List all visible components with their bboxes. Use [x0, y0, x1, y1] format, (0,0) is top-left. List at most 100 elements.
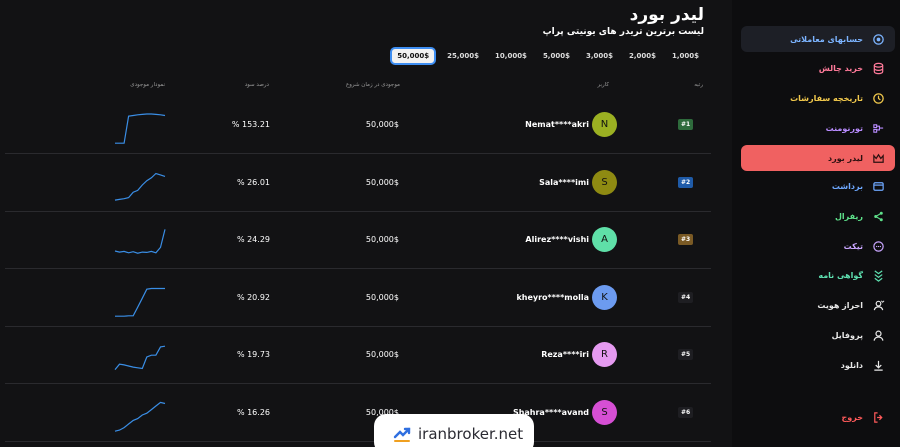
profit-percent: 153.21 %: [231, 120, 270, 129]
sidebar-item[interactable]: دانلود: [741, 352, 895, 378]
sidebar-item-label: برداشت: [831, 181, 863, 191]
amount-option[interactable]: 5,000$: [538, 47, 575, 65]
rank-badge: #4: [678, 291, 694, 303]
equity-sparkline: [114, 172, 166, 201]
sidebar-item-label: ریفرال: [834, 211, 863, 221]
username: Alirez****vishi: [525, 235, 589, 244]
sidebar-item[interactable]: خروج: [741, 404, 895, 430]
sidebar-item[interactable]: حسابهای معاملاتی: [741, 26, 895, 52]
equity-line: [115, 287, 165, 317]
amount-option[interactable]: 25,000$: [442, 47, 484, 65]
rank-badge: #5: [678, 349, 694, 360]
sidebar-item-label: خروج: [841, 412, 863, 422]
col-profit: درصد سود: [244, 82, 269, 88]
profit-percent: 24.29 %: [236, 235, 270, 244]
history-icon: [871, 91, 885, 105]
avatar: R: [592, 342, 617, 367]
sidebar-item[interactable]: پروفایل: [741, 322, 895, 348]
rank-badge: #6: [678, 406, 694, 418]
sidebar-item[interactable]: گواهی نامه: [741, 262, 895, 288]
sidebar-item-label: دانلود: [840, 360, 863, 370]
start-balance: 50,000$: [365, 177, 399, 187]
sidebar-item[interactable]: تورنومنت: [741, 115, 895, 141]
logout-icon: [871, 410, 885, 424]
profit-percent: 16.26 %: [236, 407, 270, 417]
broker-logo-icon: [393, 427, 411, 442]
avatar: K: [592, 284, 617, 310]
sidebar-item-label: لیدر بورد: [827, 153, 863, 163]
sidebar: حسابهای معاملاتی خرید چالش تاریخچه سفارشات…: [732, 0, 900, 447]
col-rank: رتبه: [694, 82, 703, 88]
avatar: S: [592, 169, 617, 195]
page-subtitle: لیست برترین تریدر های یونیتی پراپ: [542, 27, 704, 37]
amount-filter: 1,000$ 2,000$ 3,000$ 5,000$ 10,000$ 25,000$ 50…: [390, 47, 704, 65]
tournament-icon: [871, 121, 885, 135]
avatar: A: [592, 227, 617, 252]
table-row[interactable]: #3 A Alirez****vishi 50,000$ 24.29 %: [5, 212, 711, 269]
equity-sparkline: [114, 401, 166, 432]
sidebar-item-label: حسابهای معاملاتی: [790, 34, 863, 44]
sidebar-item-label: احراز هویت: [817, 300, 863, 310]
watermark-text: iranbroker.net: [418, 425, 524, 443]
rank-badge: #2: [678, 176, 694, 188]
sidebar-item-label: تاریخچه سفارشات: [790, 93, 863, 103]
table-row[interactable]: #1 N Nemat****akri 50,000$ 153.21 %: [5, 97, 711, 154]
equity-sparkline: [114, 345, 166, 370]
start-balance: 50,000$: [365, 350, 399, 359]
profit-percent: 26.01 %: [236, 177, 270, 187]
table-row[interactable]: #5 R Reza****iri 50,000$ 19.73 %: [5, 327, 711, 384]
sidebar-item-label: تورنومنت: [825, 123, 863, 133]
watermark: iranbroker.net: [374, 414, 534, 447]
wallet-icon: [871, 179, 885, 193]
crown-icon: [871, 151, 885, 165]
table-row[interactable]: #4 Kkheyro****molla 50,000$ 20.92 %: [5, 270, 711, 327]
sidebar-item[interactable]: برداشت: [741, 173, 895, 199]
sidebar-item[interactable]: ریفرال: [741, 203, 895, 229]
download-icon: [871, 358, 885, 372]
start-balance: 50,000$: [365, 235, 399, 244]
start-balance: 50,000$: [365, 292, 399, 302]
chat-icon: [871, 239, 885, 253]
id-icon: [871, 298, 885, 312]
equity-sparkline: [115, 113, 166, 144]
equity-line: [115, 113, 166, 144]
username: Reza****iri: [541, 350, 589, 359]
avatar: S: [592, 399, 617, 425]
amount-option[interactable]: 10,000$: [490, 47, 532, 65]
equity-sparkline: [115, 287, 165, 317]
rank-badge: #3: [678, 234, 694, 245]
amount-option[interactable]: 3,000$: [581, 47, 618, 65]
sidebar-item[interactable]: خرید چالش: [741, 55, 895, 81]
table-row[interactable]: #6 S Shahra****avand 50,000$ 16.26 %: [5, 385, 711, 442]
username: Nemat****akri: [525, 120, 589, 129]
col-start-balance: موجودی در زمان شروع: [345, 82, 400, 88]
database-icon: [871, 61, 885, 75]
rank-badge: #1: [678, 119, 694, 130]
sidebar-item[interactable]: تیکت: [741, 233, 895, 259]
certificate-icon: [871, 268, 885, 282]
layers-icon: [871, 32, 885, 46]
start-balance: 50,000$: [365, 120, 399, 129]
amount-option[interactable]: 50,000$: [390, 47, 437, 65]
col-user: کاربر: [597, 82, 609, 88]
amount-option[interactable]: 2,000$: [624, 47, 661, 65]
sidebar-item-label: گواهی نامه: [818, 270, 863, 280]
sidebar-item-label: خرید چالش: [818, 63, 863, 73]
avatar: N: [592, 112, 617, 137]
equity-line: [114, 345, 166, 370]
table-row[interactable]: #2 S Sala****imi 50,000$ 26.01 %: [5, 155, 711, 212]
equity-line: [114, 229, 166, 254]
sidebar-item[interactable]: لیدر بورد: [741, 145, 895, 171]
username: kheyro****molla: [516, 292, 589, 302]
page-title: لیدر بورد: [629, 5, 704, 25]
user-icon: [871, 328, 885, 342]
profit-percent: 20.92 %: [236, 292, 270, 302]
amount-option[interactable]: 1,000$: [667, 47, 704, 65]
sidebar-item[interactable]: احراز هویت: [741, 292, 895, 318]
sidebar-item-label: تیکت: [843, 241, 863, 251]
share-icon: [871, 209, 885, 223]
sidebar-item[interactable]: تاریخچه سفارشات: [741, 85, 895, 111]
username: Sala****imi: [539, 177, 589, 187]
profit-percent: 19.73 %: [236, 350, 270, 359]
col-equity-chart: نمودار موجودی: [130, 82, 165, 88]
